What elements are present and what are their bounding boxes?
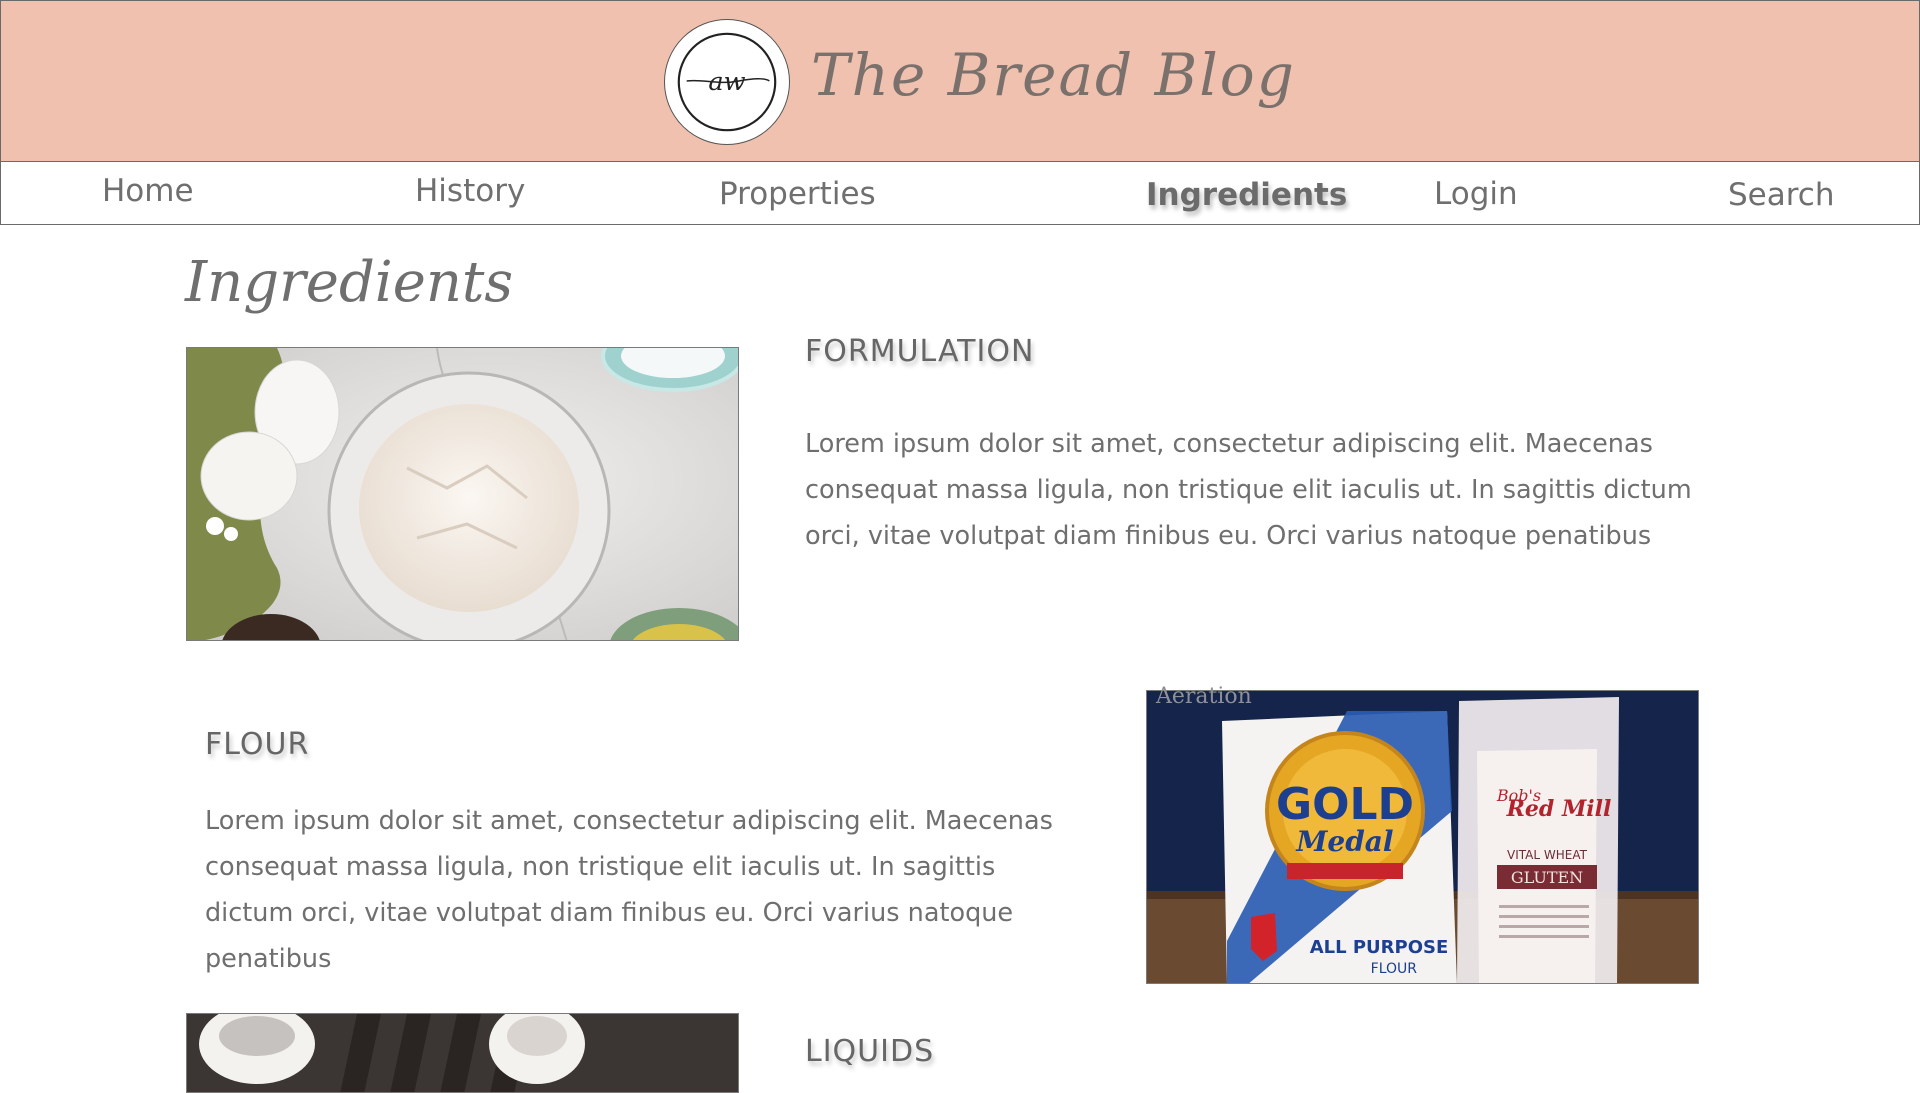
nav-search[interactable]: Search <box>1728 177 1835 213</box>
flour-bags-photo: GOLD Medal ALL PURPOSE FLOUR Bob's Red M… <box>1146 690 1699 984</box>
flour-bag-1-brand: GOLD <box>1276 779 1414 830</box>
site-header: aw The Bread Blog <box>0 0 1920 162</box>
coconut-image <box>187 1014 738 1092</box>
section-title-flour: FLOUR <box>205 727 310 762</box>
logo-text: aw <box>708 67 745 97</box>
nav-history[interactable]: History <box>415 173 525 209</box>
main-nav: Home History Properties Ingredients Logi… <box>0 161 1920 225</box>
logo-mark-icon: aw <box>677 32 777 132</box>
flour-bag-2-line: VITAL WHEAT <box>1507 848 1588 862</box>
nav-properties[interactable]: Properties <box>719 176 876 212</box>
liquids-photo <box>186 1013 739 1093</box>
section-title-formulation: FORMULATION <box>805 334 1035 369</box>
flour-bag-2-sub: Red Mill <box>1506 796 1612 822</box>
nav-home[interactable]: Home <box>102 173 194 209</box>
flour-bag-1-sub: Medal <box>1295 825 1393 858</box>
section-title-liquids: LIQUIDS <box>805 1034 935 1069</box>
page-title: Ingredients <box>185 250 514 315</box>
flour-bag-2-line2: GLUTEN <box>1511 868 1583 887</box>
flour-bowl-image <box>187 348 738 640</box>
nav-ingredients[interactable]: Ingredients <box>1146 177 1347 213</box>
flour-bags-image: GOLD Medal ALL PURPOSE FLOUR Bob's Red M… <box>1147 691 1698 983</box>
section-body-formulation: Lorem ipsum dolor sit amet, consectetur … <box>805 429 1692 551</box>
site-title[interactable]: The Bread Blog <box>811 41 1296 109</box>
section-body-flour: Lorem ipsum dolor sit amet, consectetur … <box>205 806 1053 974</box>
flour-bag-1-line2: FLOUR <box>1371 961 1418 977</box>
site-logo[interactable]: aw <box>664 19 790 145</box>
flour-bag-1-line: ALL PURPOSE <box>1310 937 1449 958</box>
image-caption-aeration: Aeration <box>1156 684 1252 709</box>
ingredients-photo <box>186 347 739 641</box>
nav-login[interactable]: Login <box>1434 176 1518 212</box>
